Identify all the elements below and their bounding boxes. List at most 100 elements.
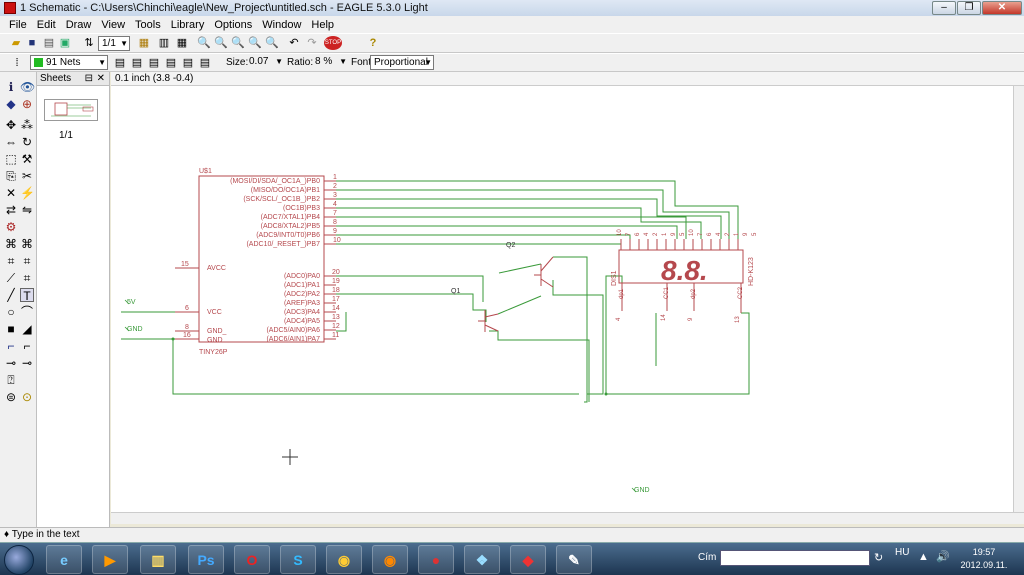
delete-icon[interactable]: ✕ [4, 186, 18, 200]
menu-view[interactable]: View [96, 19, 130, 31]
horizontal-scrollbar[interactable] [111, 512, 1024, 524]
zoom-select-icon[interactable]: 🔍 [265, 36, 279, 50]
miter-icon[interactable]: ⌗ [20, 254, 34, 268]
media-player-taskbar-icon[interactable]: ▶ [92, 545, 128, 574]
cut-icon[interactable]: ✂ [20, 169, 34, 183]
label-icon[interactable]: ⊸ [20, 356, 34, 370]
language-indicator[interactable]: HU [895, 547, 909, 558]
zoom-in-icon[interactable]: 🔍 [214, 36, 228, 50]
size-select[interactable]: 0.07 ▼ [246, 55, 284, 70]
app2-taskbar-icon[interactable]: ❖ [464, 545, 500, 574]
board-switch-icon[interactable]: ⇅ [82, 36, 96, 50]
close-icon[interactable]: ✕ [97, 72, 105, 86]
align-bottom-center-icon[interactable]: ▤ [181, 56, 195, 70]
menu-draw[interactable]: Draw [61, 19, 97, 31]
erc-icon[interactable]: ⊜ [4, 390, 18, 404]
value-icon[interactable]: ⌘ [20, 237, 34, 251]
pinswap-icon[interactable]: ⇄ [4, 203, 18, 217]
menu-window[interactable]: Window [257, 19, 306, 31]
split-icon[interactable]: ⟋ [4, 271, 18, 285]
menu-help[interactable]: Help [306, 19, 339, 31]
mark-icon[interactable]: ⊕ [20, 97, 34, 111]
text-icon[interactable]: T [20, 288, 34, 303]
display-layers-icon[interactable]: ◆ [4, 97, 18, 111]
paste-icon[interactable]: ⎘ [4, 169, 18, 183]
align-center-icon[interactable]: ▤ [130, 56, 144, 70]
redo-icon[interactable]: ↷ [305, 36, 319, 50]
align-bottom-right-icon[interactable]: ▤ [198, 56, 212, 70]
rect-icon[interactable]: ■ [4, 322, 18, 336]
dock-icon[interactable]: ⊟ [85, 72, 93, 86]
help-icon[interactable]: ? [366, 36, 380, 50]
volume-icon[interactable]: 🔊 [936, 550, 950, 563]
mirror-icon[interactable]: ⇔ [4, 135, 18, 149]
replace-icon[interactable]: ⚙ [4, 220, 18, 234]
junction-icon[interactable]: ⊸ [4, 356, 18, 370]
grid-dots-icon[interactable]: ⁞ [10, 56, 24, 70]
paint-taskbar-icon[interactable]: ✎ [556, 545, 592, 574]
go-icon[interactable]: ↻ [874, 551, 883, 564]
smash-icon[interactable]: ⌗ [4, 254, 18, 268]
arc-icon[interactable]: ⌒ [20, 305, 34, 319]
address-input[interactable] [720, 550, 870, 566]
eagle-taskbar-icon[interactable]: ◆ [510, 545, 546, 574]
polygon-icon[interactable]: ◢ [20, 322, 34, 336]
show-hidden-icons-icon[interactable]: ▲ [918, 551, 929, 563]
script-icon[interactable]: ▦ [137, 36, 151, 50]
align-bottom-left-icon[interactable]: ▤ [164, 56, 178, 70]
menu-library[interactable]: Library [166, 19, 210, 31]
open-icon[interactable]: ▰ [9, 36, 23, 50]
menu-options[interactable]: Options [209, 19, 257, 31]
stop-icon[interactable]: STOP [324, 36, 342, 50]
wire-icon[interactable]: ╱ [4, 288, 18, 302]
redraw-icon[interactable]: 🔍 [248, 36, 262, 50]
explorer-taskbar-icon[interactable]: ▥ [140, 545, 176, 574]
font-select[interactable]: Proportional ▼ [370, 55, 434, 70]
align-left-icon[interactable]: ▤ [113, 56, 127, 70]
cam-processor-icon[interactable]: ▣ [58, 36, 72, 50]
transistor-q1[interactable] [478, 310, 499, 332]
gateswap-icon[interactable]: ⇋ [20, 203, 34, 217]
menu-tools[interactable]: Tools [130, 19, 166, 31]
skype-taskbar-icon[interactable]: S [280, 545, 316, 574]
add-icon[interactable]: ⚡ [20, 186, 35, 200]
move-icon[interactable]: ✥ [4, 118, 18, 132]
minimize-button[interactable]: ‒ [932, 1, 956, 15]
transistor-q2[interactable] [534, 256, 554, 288]
name-icon[interactable]: ⌘ [4, 237, 18, 251]
run-ulp-icon[interactable]: ▥ [157, 36, 171, 50]
vertical-scrollbar[interactable] [1013, 86, 1024, 512]
clock[interactable]: 19:57 2012.09.11. [960, 546, 1008, 572]
close-button[interactable]: ✕ [982, 1, 1022, 15]
errors-icon[interactable]: ⊙ [20, 390, 34, 404]
change-icon[interactable]: ⚒ [20, 152, 34, 166]
save-icon[interactable]: ■ [25, 36, 39, 50]
ratio-select[interactable]: 8 % ▼ [312, 55, 348, 70]
photoshop-taskbar-icon[interactable]: Ps [188, 545, 224, 574]
net-icon[interactable]: ⌐ [20, 339, 34, 353]
invoke-icon[interactable]: ⌗ [20, 271, 34, 285]
schematic-canvas[interactable]: U$1 TINY26P AVCC VCC GND_ GND 15 6 8 16 … [111, 86, 1013, 512]
bus-icon[interactable]: ⌐ [4, 339, 18, 353]
ie-taskbar-icon[interactable]: e [46, 545, 82, 574]
undo-icon[interactable]: ↶ [287, 36, 301, 50]
layer-select[interactable]: 91 Nets ▼ [30, 55, 108, 70]
attribute-icon[interactable]: ⍰ [4, 373, 18, 387]
app-taskbar-icon[interactable]: ● [418, 545, 454, 574]
zoom-out-icon[interactable]: 🔍 [231, 36, 245, 50]
opera-taskbar-icon[interactable]: O [234, 545, 270, 574]
firefox-taskbar-icon[interactable]: ◉ [372, 545, 408, 574]
copy-icon[interactable]: ⁂ [20, 118, 34, 132]
align-right-icon[interactable]: ▤ [147, 56, 161, 70]
maximize-button[interactable]: ❐ [957, 1, 981, 15]
info-icon[interactable]: ℹ [4, 80, 18, 94]
rotate-icon[interactable]: ↻ [20, 135, 34, 149]
print-icon[interactable]: ▤ [42, 36, 56, 50]
circle-icon[interactable]: ○ [4, 305, 18, 319]
sheet-thumbnail[interactable] [44, 99, 98, 121]
menu-edit[interactable]: Edit [32, 19, 61, 31]
zoom-fit-icon[interactable]: 🔍 [197, 36, 211, 50]
sheet-select[interactable]: 1/1 ▼ [98, 36, 130, 51]
menu-file[interactable]: File [4, 19, 32, 31]
show-icon[interactable]: 👁 [20, 80, 35, 94]
